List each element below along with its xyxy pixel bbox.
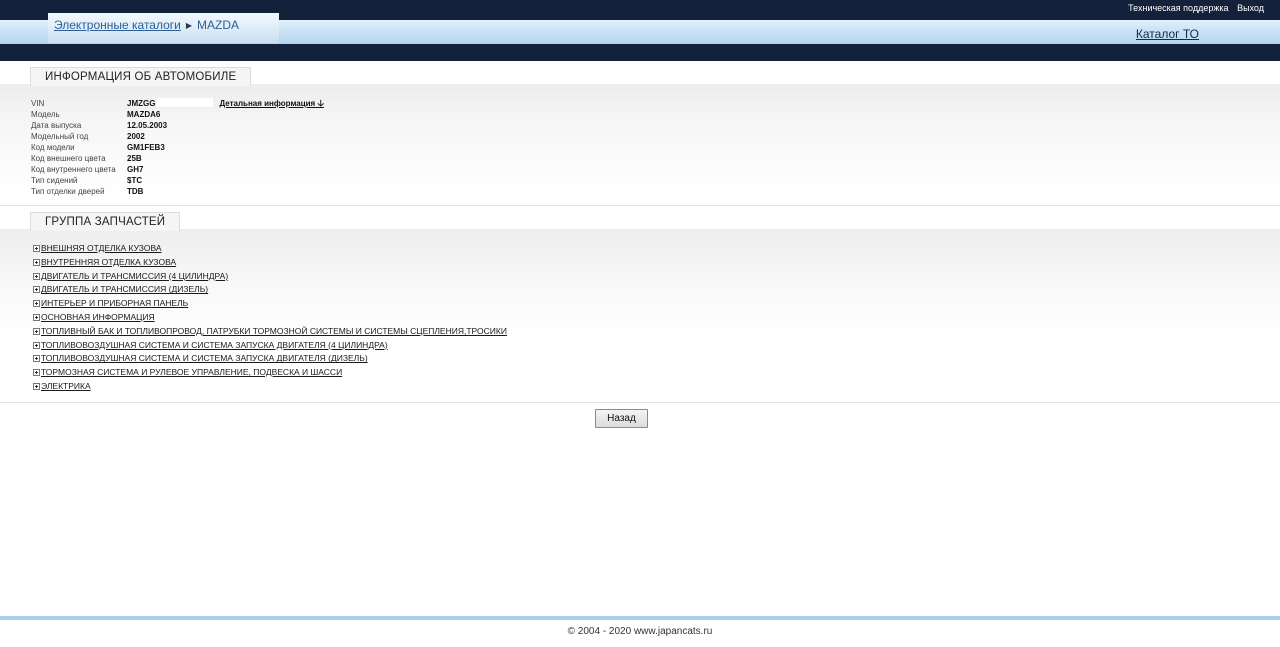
maintenance-catalog-link[interactable]: Каталог ТО: [1136, 27, 1199, 41]
info-label: Код внешнего цвета: [31, 154, 106, 163]
group-link[interactable]: ТОПЛИВОВОЗДУШНАЯ СИСТЕМА И СИСТЕМА ЗАПУС…: [41, 340, 388, 350]
vin-value: JMZGG: [127, 99, 156, 108]
vehicle-info-table: VIN JMZGG Детальная информация 🡣 Модель M…: [31, 97, 324, 197]
breadcrumb-catalogs-link[interactable]: Электронные каталоги: [54, 18, 181, 32]
tree-item: ТОПЛИВОВОЗДУШНАЯ СИСТЕМА И СИСТЕМА ЗАПУС…: [33, 352, 507, 366]
group-link[interactable]: ОСНОВНАЯ ИНФОРМАЦИЯ: [41, 312, 155, 322]
tree-item: ТОРМОЗНАЯ СИСТЕМА И РУЛЕВОЕ УПРАВЛЕНИЕ, …: [33, 366, 507, 380]
parts-group-tree: ВНЕШНЯЯ ОТДЕЛКА КУЗОВА ВНУТРЕННЯЯ ОТДЕЛК…: [33, 242, 507, 394]
info-row: Модель MAZDA6: [31, 109, 324, 120]
info-row: Тип сидений $TC: [31, 175, 324, 186]
group-link[interactable]: ДВИГАТЕЛЬ И ТРАНСМИССИЯ (4 ЦИЛИНДРА): [41, 271, 228, 281]
tree-item: ДВИГАТЕЛЬ И ТРАНСМИССИЯ (4 ЦИЛИНДРА): [33, 270, 507, 284]
info-value: 2002: [127, 132, 145, 141]
tree-item: ИНТЕРЬЕР И ПРИБОРНАЯ ПАНЕЛЬ: [33, 297, 507, 311]
breadcrumb-current: MAZDA: [197, 18, 240, 32]
back-button[interactable]: Назад: [595, 409, 648, 428]
group-link[interactable]: ТОПЛИВОВОЗДУШНАЯ СИСТЕМА И СИСТЕМА ЗАПУС…: [41, 353, 368, 363]
info-label: Код внутреннего цвета: [31, 165, 116, 174]
info-value: GH7: [127, 165, 144, 174]
info-row: Дата выпуска 12.05.2003: [31, 120, 324, 131]
info-label: Модель: [31, 110, 60, 119]
expand-plus-icon[interactable]: [33, 382, 40, 390]
info-value: 12.05.2003: [127, 121, 168, 130]
info-row-vin: VIN JMZGG Детальная информация 🡣: [31, 97, 324, 109]
expand-plus-icon[interactable]: [33, 258, 40, 266]
info-value: 25B: [127, 154, 142, 163]
tree-item: ДВИГАТЕЛЬ И ТРАНСМИССИЯ (ДИЗЕЛЬ): [33, 283, 507, 297]
group-link[interactable]: ТОРМОЗНАЯ СИСТЕМА И РУЛЕВОЕ УПРАВЛЕНИЕ, …: [41, 367, 342, 377]
vehicle-info-title: ИНФОРМАЦИЯ ОБ АВТОМОБИЛЕ: [30, 67, 252, 86]
tree-item: ТОПЛИВОВОЗДУШНАЯ СИСТЕМА И СИСТЕМА ЗАПУС…: [33, 339, 507, 353]
info-row: Модельный год 2002: [31, 131, 324, 142]
expand-plus-icon[interactable]: [33, 341, 40, 349]
expand-plus-icon[interactable]: [33, 300, 40, 308]
info-label: Модельный год: [31, 132, 89, 141]
vin-masked-field: [156, 97, 215, 108]
info-value: MAZDA6: [127, 110, 161, 119]
arrow-down-icon: 🡣: [317, 98, 324, 108]
header-dark-band: [0, 44, 1280, 61]
tree-item: ВНЕШНЯЯ ОТДЕЛКА КУЗОВА: [33, 242, 507, 256]
detail-info-link[interactable]: Детальная информация 🡣: [219, 98, 323, 109]
breadcrumb: Электронные каталоги ▶ MAZDA: [54, 18, 239, 32]
top-links: Техническая поддержка Выход: [1122, 3, 1264, 13]
expand-plus-icon[interactable]: [33, 272, 40, 280]
expand-plus-icon[interactable]: [33, 313, 40, 321]
parts-groups-title: ГРУППА ЗАПЧАСТЕЙ: [30, 212, 181, 231]
expand-plus-icon[interactable]: [33, 327, 40, 335]
info-label: Дата выпуска: [31, 121, 82, 130]
info-label: Тип сидений: [31, 176, 78, 185]
info-row: Тип отделки дверей TDB: [31, 186, 324, 197]
expand-plus-icon[interactable]: [33, 245, 40, 252]
group-link[interactable]: ЭЛЕКТРИКА: [41, 381, 91, 391]
info-value: TDB: [127, 187, 144, 196]
group-link[interactable]: ВНУТРЕННЯЯ ОТДЕЛКА КУЗОВА: [41, 257, 176, 267]
info-label: Код модели: [31, 143, 75, 152]
group-link[interactable]: ТОПЛИВНЫЙ БАК И ТОПЛИВОПРОВОД, ПАТРУБКИ …: [41, 326, 507, 336]
expand-plus-icon[interactable]: [33, 286, 40, 294]
info-label: Тип отделки дверей: [31, 187, 105, 196]
info-label: VIN: [31, 98, 45, 108]
tree-item: ЭЛЕКТРИКА: [33, 380, 507, 394]
footer-copyright: © 2004 - 2020 www.japancats.ru: [567, 626, 713, 637]
info-row: Код модели GM1FEB3: [31, 142, 324, 153]
group-link[interactable]: ВНЕШНЯЯ ОТДЕЛКА КУЗОВА: [41, 243, 162, 253]
group-link[interactable]: ДВИГАТЕЛЬ И ТРАНСМИССИЯ (ДИЗЕЛЬ): [41, 284, 208, 294]
expand-plus-icon[interactable]: [33, 369, 40, 377]
tree-item: ТОПЛИВНЫЙ БАК И ТОПЛИВОПРОВОД, ПАТРУБКИ …: [33, 325, 507, 339]
tree-item: ВНУТРЕННЯЯ ОТДЕЛКА КУЗОВА: [33, 256, 507, 270]
detail-info-label: Детальная информация: [219, 99, 316, 108]
tech-support-link[interactable]: Техническая поддержка: [1128, 3, 1228, 13]
breadcrumb-arrow-icon: ▶: [185, 21, 193, 30]
info-row: Код внешнего цвета 25B: [31, 153, 324, 164]
footer-divider: [0, 616, 1280, 620]
expand-plus-icon[interactable]: [33, 355, 40, 363]
info-row: Код внутреннего цвета GH7: [31, 164, 324, 175]
group-link[interactable]: ИНТЕРЬЕР И ПРИБОРНАЯ ПАНЕЛЬ: [41, 298, 188, 308]
logout-link[interactable]: Выход: [1237, 3, 1264, 13]
info-value: GM1FEB3: [127, 143, 165, 152]
tree-item: ОСНОВНАЯ ИНФОРМАЦИЯ: [33, 311, 507, 325]
info-value: $TC: [127, 176, 143, 185]
